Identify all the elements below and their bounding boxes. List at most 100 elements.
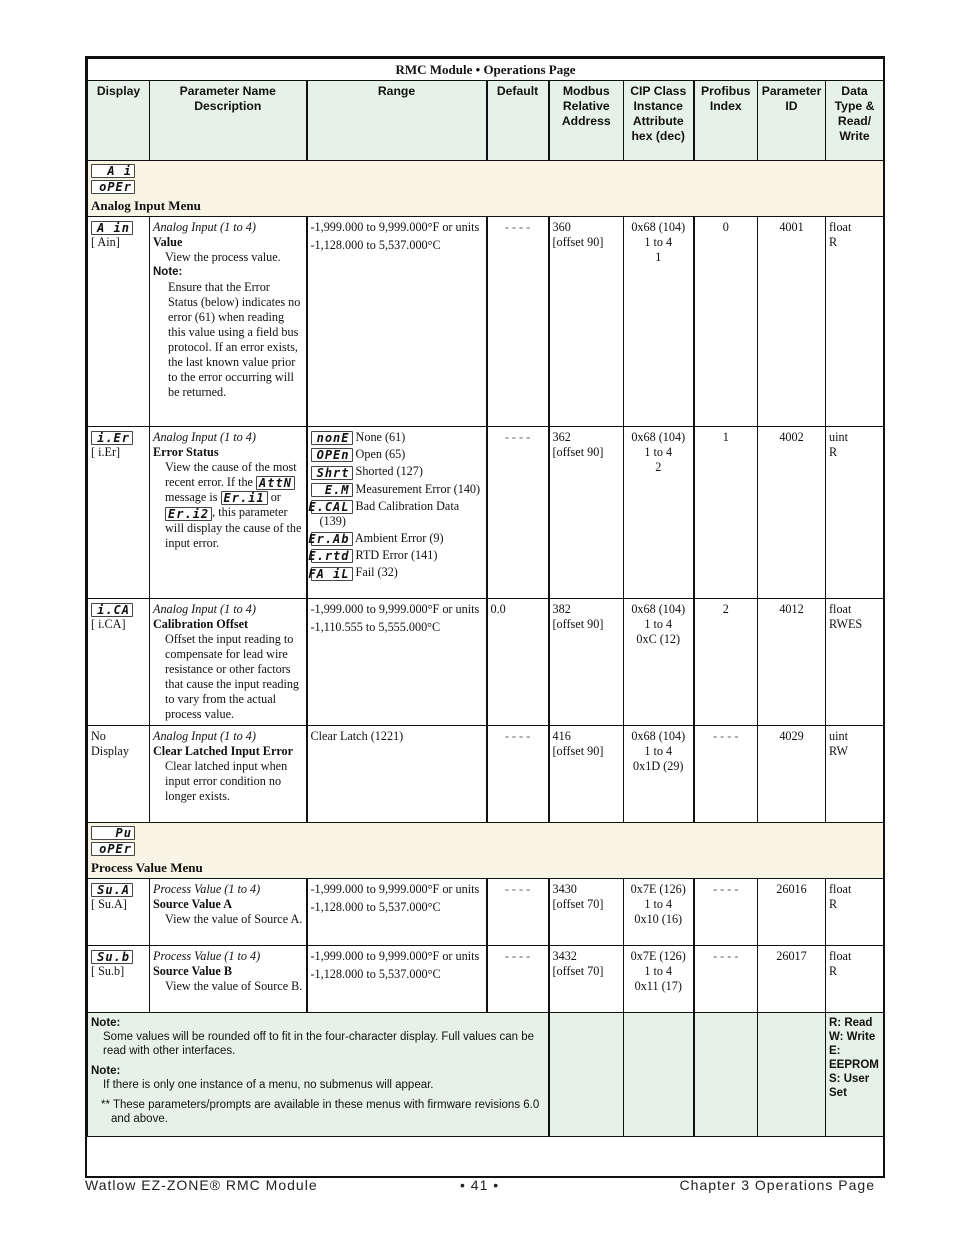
lcd-option: FA iL	[308, 566, 353, 581]
option: E.M Measurement Error (140)	[310, 482, 483, 497]
lcd-attn: AttN	[256, 476, 295, 491]
modbus-offset: [offset 70]	[552, 897, 604, 911]
option: Er.Ab Ambient Error (9)	[308, 531, 483, 547]
range-value: Clear Latch (1221)	[310, 729, 404, 743]
param-id-cell: 4029	[757, 725, 826, 823]
empty-cell	[757, 1012, 826, 1137]
range-f: -1,999.000 to 9,999.000°F or units	[310, 882, 480, 896]
range-f: -1,999.000 to 9,999.000°F or units	[310, 949, 480, 963]
modbus-address: 416	[552, 729, 571, 743]
lcd-option: Er.Ab	[308, 532, 353, 547]
read-write: RWES	[829, 617, 863, 631]
header-row: Display Parameter Name Description Range…	[87, 80, 885, 161]
default-cell: - - - -	[485, 216, 549, 427]
cip-attribute: 0x1D (29)	[633, 759, 684, 773]
cip-cell: 0x7E (126) 1 to 4 0x10 (16)	[623, 878, 694, 946]
param-name: Source Value B	[153, 964, 233, 978]
data-type-cell: float R	[824, 216, 885, 427]
range-c: -1,128.000 to 5,537.000°C	[310, 967, 441, 981]
rw-legend: R: Read W: Write E: EEPROM S: User Set	[824, 1012, 885, 1137]
col-cip: CIP Class Instance Attribute hex (dec)	[623, 80, 694, 161]
range-c: -1,110.555 to 5,555.000°C	[310, 620, 441, 634]
note-label: Note:	[91, 1017, 121, 1029]
col-range: Range	[305, 80, 487, 161]
option-label: Shorted (127)	[355, 464, 423, 479]
menu-header-analog-input: A i oPEr Analog Input Menu	[86, 160, 885, 217]
modbus-cell: 362 [offset 90]	[547, 426, 624, 599]
cip-attribute: 0x11 (17)	[634, 979, 682, 993]
footnote-row: Note: Some values will be rounded off to…	[87, 1012, 885, 1137]
menu-title: Analog Input Menu	[91, 198, 201, 213]
profibus-cell: 1	[692, 426, 758, 599]
prompt-code: [ Su.A]	[91, 897, 127, 912]
page-frame: RMC Module • Operations Page Display Par…	[85, 56, 885, 1178]
cip-class: 0x68 (104)	[631, 602, 686, 616]
param-name: Calibration Offset	[153, 617, 249, 631]
lcd-option: OPEn	[310, 448, 353, 463]
option-label: None (61)	[355, 430, 406, 444]
firmware-note: ** These parameters/prompts are availabl…	[101, 1099, 540, 1125]
lcd-option: E.rtd	[308, 549, 353, 564]
param-id-cell: 26017	[757, 945, 826, 1013]
option-label: Open (65)	[355, 447, 406, 462]
lcd-option: Shrt	[310, 465, 353, 480]
modbus-address: 3430	[552, 882, 577, 896]
modbus-cell: 360 [offset 90]	[547, 216, 624, 427]
modbus-address: 382	[552, 602, 571, 616]
lcd-display: i.Er	[91, 431, 133, 446]
table-row: Su.A [ Su.A] Process Value (1 to 4) Sour…	[87, 878, 885, 946]
empty-cell	[692, 1012, 758, 1137]
modbus-offset: [offset 90]	[552, 744, 604, 758]
profibus-cell: 0	[692, 216, 758, 427]
col-profibus: Profibus Index	[692, 80, 758, 161]
menu-header-process-value: Pu oPEr Process Value Menu	[86, 822, 885, 879]
lcd-menu-bottom: oPEr	[91, 180, 135, 194]
param-desc: Offset the input reading to compensate f…	[165, 632, 300, 721]
param-cell: Process Value (1 to 4) Source Value A Vi…	[149, 878, 307, 946]
prompt-code: [ Su.b]	[91, 964, 125, 979]
param-desc: View the process value.	[165, 250, 281, 264]
display-cell: Su.A [ Su.A]	[87, 878, 150, 946]
data-type-cell: float RWES	[824, 598, 885, 726]
param-cell: Analog Input (1 to 4) Error Status View …	[149, 426, 307, 599]
range-cell: Clear Latch (1221)	[305, 725, 487, 823]
param-context: Process Value (1 to 4)	[153, 949, 261, 963]
modbus-cell: 3430 [offset 70]	[547, 878, 624, 946]
option: OPEn Open (65)	[310, 447, 483, 463]
param-id-cell: 4012	[757, 598, 826, 726]
default-cell: 0.0	[485, 598, 549, 726]
cip-cell: 0x68 (104) 1 to 41	[623, 216, 694, 427]
operations-table: RMC Module • Operations Page Display Par…	[86, 58, 885, 1137]
legend-item: W: Write	[829, 1031, 876, 1043]
prompt-code: No Display	[91, 729, 129, 758]
cip-cell: 0x68 (104) 1 to 42	[623, 426, 694, 599]
cip-class: 0x7E (126)	[630, 882, 686, 896]
cip-cell: 0x68 (104) 1 to 4 0x1D (29)	[623, 725, 694, 823]
option: E.rtd RTD Error (141)	[308, 548, 483, 564]
display-cell: No Display	[87, 725, 150, 823]
lcd-er-i2: Er.i2	[165, 506, 213, 521]
read-write: R	[829, 235, 838, 249]
option-label: Ambient Error (9)	[354, 531, 444, 546]
cip-class: 0x68 (104)	[631, 430, 686, 444]
range-cell: nonE None (61) OPEn Open (65) Shrt Short…	[305, 426, 487, 599]
profibus-cell: - - - -	[692, 878, 758, 946]
profibus-cell: - - - -	[692, 945, 758, 1013]
lcd-er-i1: Er.i1	[220, 491, 268, 506]
data-type-cell: uint R	[824, 426, 885, 599]
param-cell: Analog Input (1 to 4) Value View the pro…	[149, 216, 307, 427]
param-desc: View the cause of the most recent error.…	[153, 460, 303, 551]
read-write: RW	[829, 744, 848, 758]
modbus-address: 362	[552, 430, 571, 444]
param-name: Value	[153, 235, 183, 249]
param-context: Analog Input (1 to 4)	[153, 220, 256, 234]
display-cell: A in [ Ain]	[87, 216, 150, 427]
param-context: Process Value (1 to 4)	[153, 882, 261, 896]
param-context: Analog Input (1 to 4)	[153, 729, 256, 743]
read-write: R	[829, 445, 838, 459]
modbus-cell: 416 [offset 90]	[547, 725, 624, 823]
data-type: float	[829, 220, 852, 234]
cip-instance: 1 to 4	[644, 235, 673, 249]
param-id-cell: 26016	[757, 878, 826, 946]
display-cell: i.CA [ i.CA]	[87, 598, 150, 726]
